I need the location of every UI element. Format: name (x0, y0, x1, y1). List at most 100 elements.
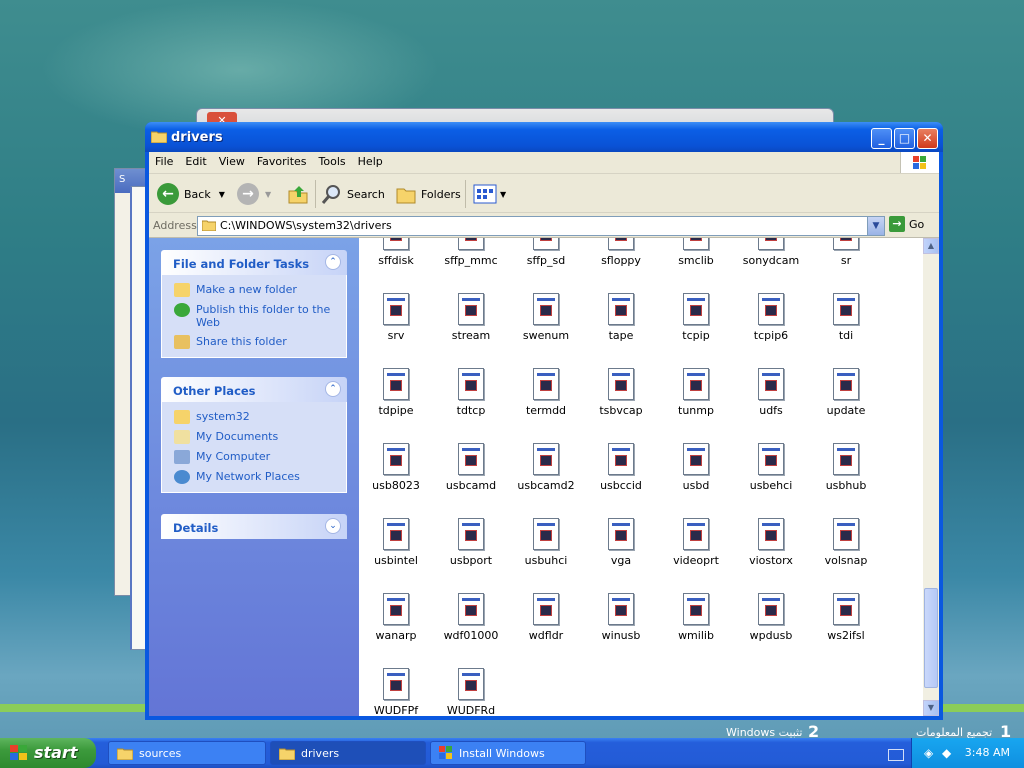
address-dropdown[interactable]: ▼ (867, 217, 884, 235)
file-item[interactable]: srv (360, 293, 432, 342)
collapse-icon[interactable]: ⌃ (325, 381, 341, 397)
file-item[interactable]: wdf01000 (435, 593, 507, 642)
collapse-icon[interactable]: ⌃ (325, 254, 341, 270)
file-item[interactable]: tdpipe (360, 368, 432, 417)
panel-header[interactable]: File and Folder Tasks ⌃ (161, 250, 347, 275)
menu-view[interactable]: View (213, 152, 251, 168)
file-item[interactable]: swenum (510, 293, 582, 342)
views-button[interactable]: ▼ (473, 182, 506, 206)
close-button[interactable]: ✕ (917, 128, 938, 149)
taskbar-item-drivers[interactable]: drivers (270, 741, 426, 765)
file-item[interactable]: usb8023 (360, 443, 432, 492)
taskbar-item-install-windows[interactable]: Install Windows (430, 741, 586, 765)
start-button[interactable]: start (0, 738, 96, 768)
address-input[interactable]: C:\WINDOWS\system32\drivers ▼ (197, 216, 885, 236)
system-file-icon (383, 443, 409, 475)
display-tray-icon[interactable]: ◆ (942, 746, 951, 760)
place-my-network[interactable]: My Network Places (174, 470, 340, 484)
file-item[interactable]: usbuhci (510, 518, 582, 567)
file-item[interactable]: tsbvcap (585, 368, 657, 417)
file-item[interactable]: sfloppy (585, 238, 657, 267)
file-item[interactable]: viostorx (735, 518, 807, 567)
taskbar-item-sources[interactable]: sources (108, 741, 266, 765)
title-bar[interactable]: drivers _ □ ✕ (145, 122, 943, 152)
file-item[interactable]: WUDFPf (360, 668, 432, 716)
scroll-up-icon[interactable]: ▲ (923, 238, 939, 254)
search-label: Search (347, 187, 385, 201)
minimize-button[interactable]: _ (871, 128, 892, 149)
panel-header[interactable]: Other Places ⌃ (161, 377, 347, 402)
file-list[interactable]: sffdisk sffp_mmc sffp_sd sfloppy smclib sonyd… (359, 238, 923, 716)
file-item[interactable]: tcpip6 (735, 293, 807, 342)
menu-edit[interactable]: Edit (179, 152, 212, 168)
file-item[interactable]: smclib (660, 238, 732, 267)
panel-header[interactable]: Details ⌄ (161, 514, 347, 539)
maximize-button[interactable]: □ (894, 128, 915, 149)
system-file-icon (758, 593, 784, 625)
scroll-thumb[interactable] (924, 588, 938, 688)
go-button[interactable]: → Go (889, 216, 924, 232)
search-button[interactable]: Search (321, 182, 385, 206)
file-item[interactable]: volsnap (810, 518, 882, 567)
file-item[interactable]: vga (585, 518, 657, 567)
forward-button[interactable]: → ▼ (237, 182, 271, 206)
file-item[interactable]: WUDFRd (435, 668, 507, 716)
file-item[interactable]: usbd (660, 443, 732, 492)
place-system32[interactable]: system32 (174, 410, 340, 424)
file-item[interactable]: videoprt (660, 518, 732, 567)
vertical-scrollbar[interactable]: ▲ ▼ (923, 238, 939, 716)
task-make-new-folder[interactable]: Make a new folder (174, 283, 340, 297)
up-folder-button[interactable] (287, 182, 309, 206)
task-share-folder[interactable]: Share this folder (174, 335, 340, 349)
place-my-documents[interactable]: My Documents (174, 430, 340, 444)
keyboard-icon[interactable] (888, 749, 904, 761)
file-item[interactable]: usbccid (585, 443, 657, 492)
file-item[interactable]: sffp_mmc (435, 238, 507, 267)
panel-body: system32 My Documents My Computer My Net… (161, 402, 347, 493)
folders-button[interactable]: Folders (395, 182, 461, 206)
file-item[interactable]: termdd (510, 368, 582, 417)
expand-icon[interactable]: ⌄ (325, 518, 341, 534)
file-item[interactable]: stream (435, 293, 507, 342)
file-item[interactable]: sr (810, 238, 882, 267)
file-item[interactable]: usbintel (360, 518, 432, 567)
file-item[interactable]: usbcamd (435, 443, 507, 492)
file-item[interactable]: ws2ifsl (810, 593, 882, 642)
file-item[interactable]: tunmp (660, 368, 732, 417)
back-button[interactable]: ← Back ▼ (157, 182, 225, 206)
file-item[interactable]: sffp_sd (510, 238, 582, 267)
clock[interactable]: 3:48 AM (965, 746, 1010, 759)
file-item[interactable]: usbcamd2 (510, 443, 582, 492)
file-item[interactable]: update (810, 368, 882, 417)
file-item[interactable]: tdtcp (435, 368, 507, 417)
menu-file[interactable]: File (149, 152, 179, 168)
file-item[interactable]: udfs (735, 368, 807, 417)
place-my-computer[interactable]: My Computer (174, 450, 340, 464)
file-item[interactable]: tape (585, 293, 657, 342)
menu-favorites[interactable]: Favorites (251, 152, 313, 168)
file-item[interactable]: wmilib (660, 593, 732, 642)
file-item[interactable]: tdi (810, 293, 882, 342)
scroll-down-icon[interactable]: ▼ (923, 700, 939, 716)
system-file-icon (608, 238, 634, 250)
file-item[interactable]: winusb (585, 593, 657, 642)
file-item[interactable]: usbehci (735, 443, 807, 492)
menu-bar: File Edit View Favorites Tools Help (149, 152, 939, 174)
file-name: tdi (838, 329, 854, 342)
file-item[interactable]: wanarp (360, 593, 432, 642)
file-item[interactable]: usbhub (810, 443, 882, 492)
task-publish-folder[interactable]: Publish this folder to the Web (174, 303, 340, 329)
file-item[interactable]: wdfldr (510, 593, 582, 642)
network-tray-icon[interactable]: ◈ (924, 746, 933, 760)
menu-tools[interactable]: Tools (313, 152, 352, 168)
file-item[interactable]: tcpip (660, 293, 732, 342)
system-file-icon (458, 593, 484, 625)
menu-help[interactable]: Help (352, 152, 389, 168)
system-file-icon (608, 368, 634, 400)
place-label: My Documents (196, 430, 279, 443)
file-item[interactable]: usbport (435, 518, 507, 567)
file-item[interactable]: sffdisk (360, 238, 432, 267)
explorer-window[interactable]: drivers _ □ ✕ File Edit View Favorites Tools… (145, 122, 943, 720)
file-item[interactable]: sonydcam (735, 238, 807, 267)
file-item[interactable]: wpdusb (735, 593, 807, 642)
